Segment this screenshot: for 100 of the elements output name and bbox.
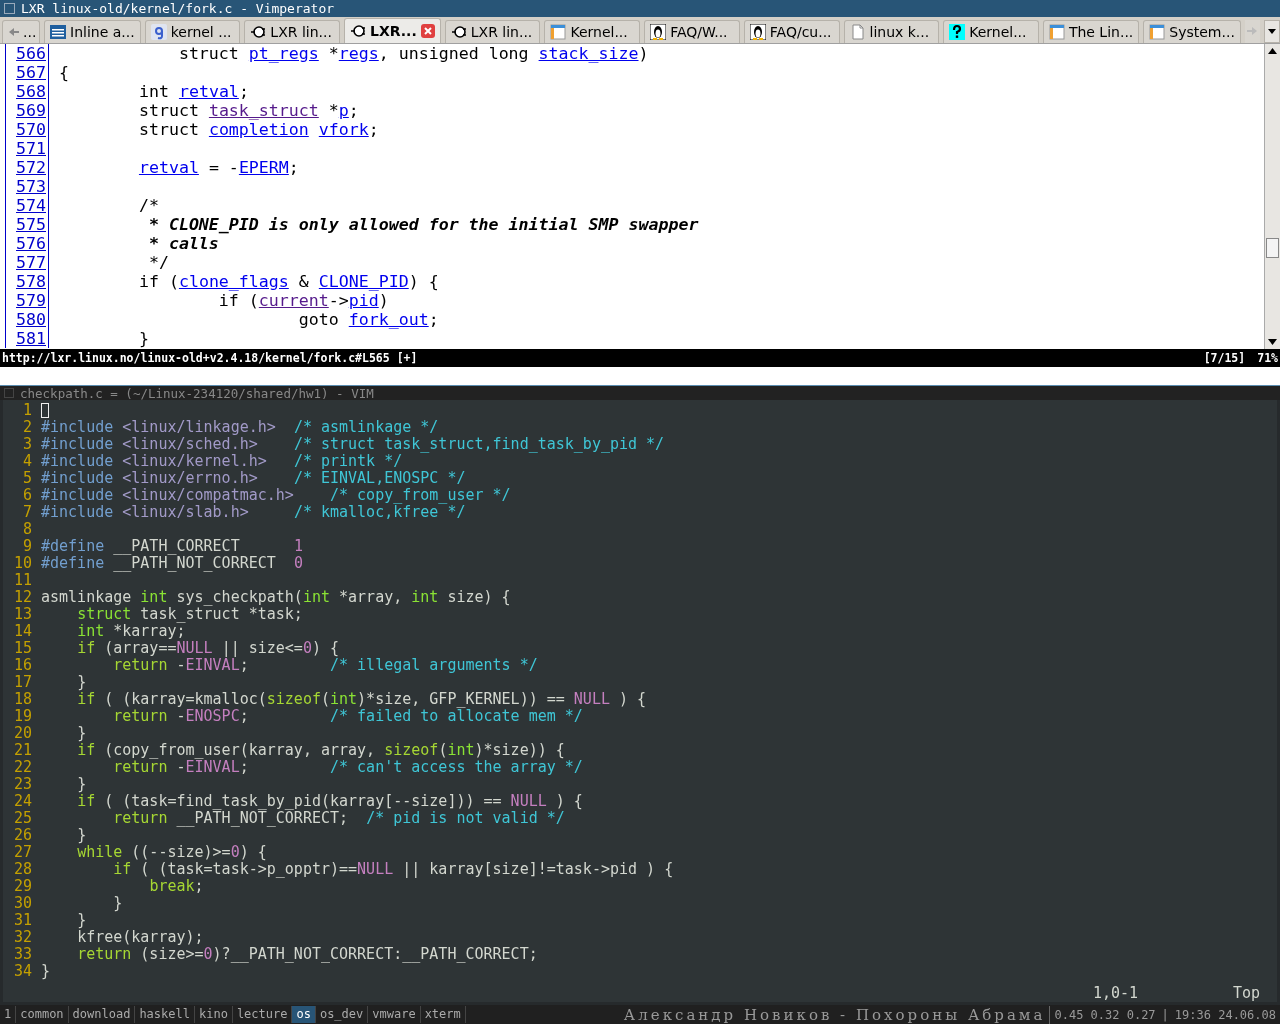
- line-number: 16: [12, 657, 32, 675]
- line-number-link[interactable]: 578: [5, 271, 49, 291]
- line-number: 14: [12, 623, 32, 641]
- line-number: 28: [12, 861, 32, 879]
- workspace-tab[interactable]: vmware: [368, 1006, 421, 1024]
- workspace-tab[interactable]: xterm: [420, 1006, 466, 1024]
- browser-tab[interactable]: FAQ/cu...: [743, 19, 840, 43]
- code-line: if ( (karray=kmalloc(sizeof(int)*size, GFP_KERNEL)) == NULL ) {: [76, 691, 647, 709]
- striped-logo-icon: [50, 24, 66, 39]
- workspace-tab[interactable]: common: [16, 1006, 69, 1024]
- workspace-tab[interactable]: os_dev: [315, 1006, 369, 1024]
- line-number: 5: [21, 470, 32, 488]
- code-line: }: [76, 725, 87, 743]
- search-engine-icon: [150, 23, 167, 40]
- line-number: 29: [12, 878, 32, 896]
- line-number: 32: [12, 929, 32, 947]
- code-line: if ( (task=find_task_by_pid(karray[--size])) == NULL ) {: [76, 793, 583, 811]
- code-line: goto fork_out;: [297, 309, 439, 329]
- browser-tab[interactable]: LXR...: [344, 17, 441, 43]
- line-number-link[interactable]: 572: [5, 157, 49, 177]
- line-number: 30: [12, 895, 32, 913]
- code-line: asmlinkage int sys_checkpath(int *array, int size) {: [41, 589, 511, 607]
- page-url: http://lxr.linux.no/linux-old+v2.4.18/kernel/fork.c#L565 [+]: [2, 351, 418, 366]
- line-number: 4: [21, 453, 32, 471]
- code-line: #include <linux/linkage.h> /* asmlinkage */: [41, 419, 439, 437]
- browser-tab[interactable]: Kernel...: [544, 19, 641, 43]
- line-number-link[interactable]: 568: [5, 81, 49, 101]
- code-line: if ( (task=task->p_opptr)==NULL || karray[size]!=task->pid ) {: [112, 861, 674, 879]
- now-playing: Александр Новиков - Похороны Абрама: [465, 1005, 1051, 1024]
- browser-tab[interactable]: kernel ...: [144, 19, 241, 43]
- line-number: 9: [21, 538, 32, 556]
- code-line: struct task_struct *p;: [137, 100, 359, 120]
- line-number-link[interactable]: 575: [5, 214, 49, 234]
- window-title: checkpath.c = (~/Linux-234120/shared/hw1) - VIM: [20, 385, 374, 401]
- line-number-link[interactable]: 573: [5, 176, 49, 196]
- line-number-link[interactable]: 574: [5, 195, 49, 215]
- line-number: 23: [12, 776, 32, 794]
- workspace-tab[interactable]: download: [68, 1006, 136, 1024]
- line-number-link[interactable]: 571: [5, 138, 49, 158]
- browser-tab[interactable]: Kernel...: [943, 19, 1039, 43]
- line-number: 31: [12, 912, 32, 930]
- line-number-link[interactable]: 570: [5, 119, 49, 139]
- line-number: 33: [12, 946, 32, 964]
- layout-indicator: 1: [0, 1006, 17, 1024]
- code-line: retval = -EPERM;: [137, 157, 299, 177]
- line-number-link[interactable]: 569: [5, 100, 49, 120]
- plug-icon: [250, 23, 267, 40]
- code-line: return __PATH_NOT_CORRECT; /* pid is not valid */: [112, 810, 565, 828]
- scrollbar-thumb[interactable]: [1266, 237, 1279, 258]
- browser-tab[interactable]: ...: [2, 19, 40, 43]
- code-line: #define __PATH_NOT_CORRECT 0: [41, 555, 303, 573]
- code-line: #include <linux/errno.h> /* EINVAL,ENOSPC */: [41, 470, 466, 488]
- line-number: 6: [21, 487, 32, 505]
- browser-tab[interactable]: LXR lin...: [244, 19, 341, 43]
- browser-tab[interactable]: System...: [1143, 19, 1241, 43]
- window-menu-icon[interactable]: [4, 2, 15, 14]
- code-line: {: [59, 62, 69, 82]
- back-arrow-icon: [8, 26, 19, 37]
- browser-tab[interactable]: LXR lin...: [444, 19, 541, 43]
- line-number-link[interactable]: 580: [5, 309, 49, 329]
- workspace-tab[interactable]: kino: [194, 1006, 233, 1024]
- window-menu-icon[interactable]: [4, 388, 14, 399]
- line-number-link[interactable]: 581: [5, 328, 49, 348]
- line-number: 24: [12, 793, 32, 811]
- code-line: return -ENOSPC; /* failed to allocate mem */: [112, 708, 583, 726]
- line-number-link[interactable]: 579: [5, 290, 49, 310]
- tab-position: [7/15]: [1203, 351, 1246, 366]
- line-number-link[interactable]: 576: [5, 233, 49, 253]
- line-number: 7: [21, 504, 32, 522]
- browser-tab[interactable]: linux k...: [843, 19, 940, 43]
- plug-icon: [350, 22, 367, 39]
- line-number: 11: [12, 572, 32, 590]
- workspace-tab[interactable]: os: [292, 1006, 316, 1024]
- line-number: 21: [12, 742, 32, 760]
- line-number: 17: [12, 674, 32, 692]
- browser-tab[interactable]: FAQ/W...: [644, 19, 740, 43]
- code-line: kfree(karray);: [76, 929, 204, 947]
- line-number-link[interactable]: 567: [5, 62, 49, 82]
- line-number: 19: [12, 708, 32, 726]
- tab-list-button[interactable]: [1264, 19, 1280, 43]
- code-line: }: [112, 895, 123, 913]
- scroll-down-icon: [1268, 339, 1277, 346]
- separator-text: |: [1161, 1007, 1169, 1022]
- code-line: #include <linux/sched.h> /* struct task_struct,find_task_by_pid */: [41, 436, 665, 454]
- browser-tab[interactable]: The Lin...: [1042, 19, 1140, 43]
- line-number: 3: [21, 436, 32, 454]
- code-line: #define __PATH_CORRECT 1: [41, 538, 303, 556]
- browser-tab[interactable]: Inline a...: [44, 19, 141, 43]
- line-number-link[interactable]: 566: [5, 43, 49, 63]
- code-line: return -EINVAL; /* illegal arguments */: [112, 657, 538, 675]
- code-line: #include <linux/compatmac.h> /* copy_from_user */: [41, 487, 511, 505]
- line-number: 27: [12, 844, 32, 862]
- line-number: 18: [12, 691, 32, 709]
- vertical-scrollbar[interactable]: [1264, 43, 1280, 350]
- line-number: 12: [12, 589, 32, 607]
- line-number-link[interactable]: 577: [5, 252, 49, 272]
- right-arrow-icon: [1247, 26, 1259, 37]
- load-average: 0.45 0.32 0.27: [1054, 1007, 1156, 1022]
- workspace-tab[interactable]: haskell: [135, 1006, 195, 1024]
- code-line: if (array==NULL || size<=0) {: [76, 640, 340, 658]
